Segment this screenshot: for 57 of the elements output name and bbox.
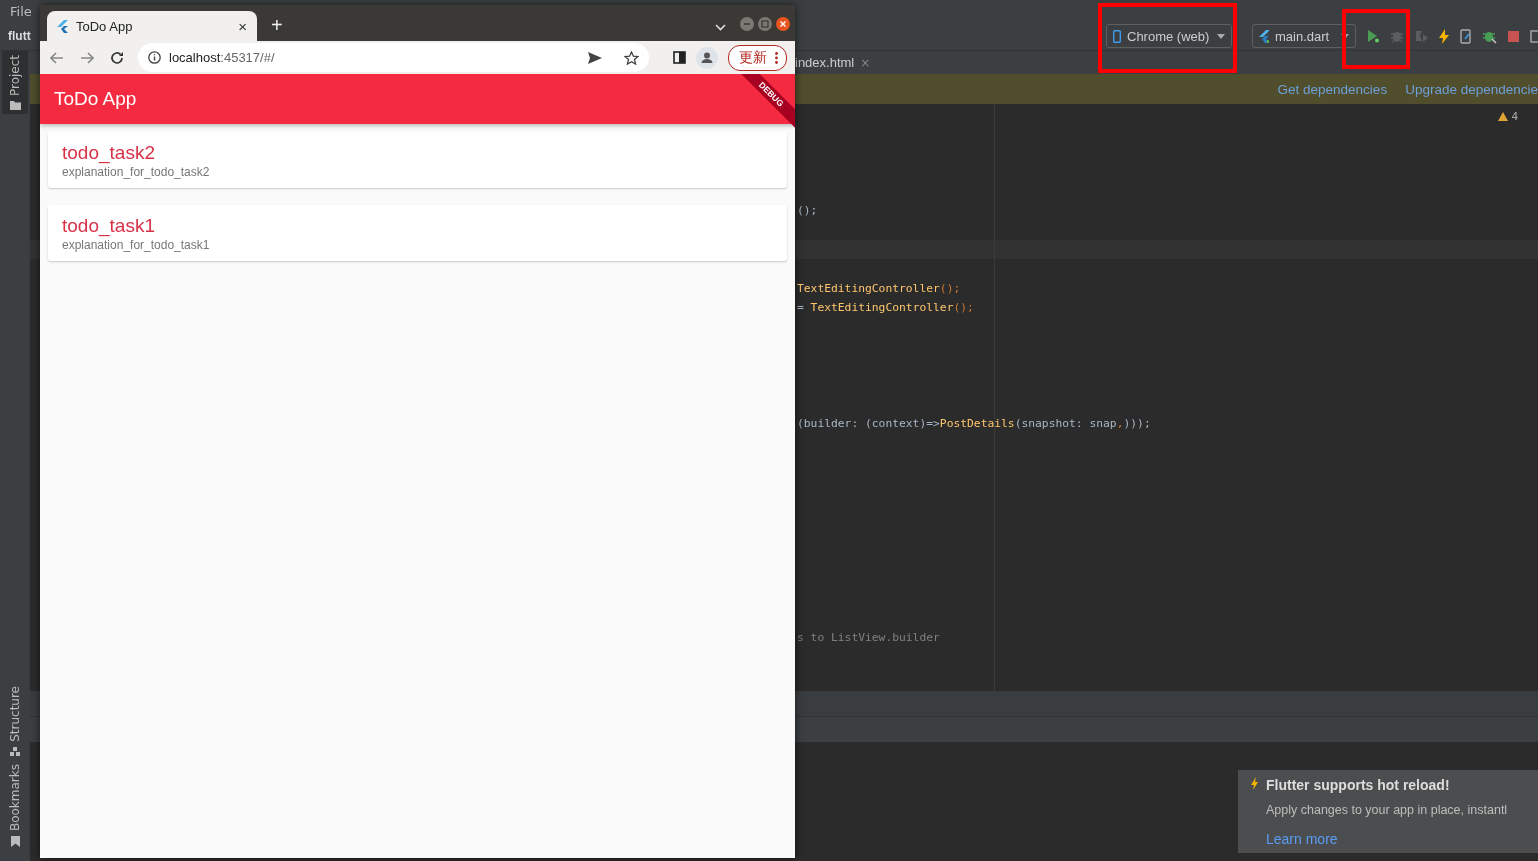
avatar-icon[interactable] xyxy=(696,46,718,69)
code-line: TextEditingController(); xyxy=(797,281,961,295)
minimize-button[interactable] xyxy=(740,17,754,31)
kebab-menu-icon xyxy=(775,51,778,64)
code-line: = TextEditingController(); xyxy=(797,301,974,315)
file-menu[interactable]: File xyxy=(10,3,32,19)
device-dropdown[interactable]: Chrome (web) xyxy=(1106,24,1232,48)
structure-icon xyxy=(10,746,20,756)
reload-icon[interactable] xyxy=(110,50,124,65)
bookmark-icon xyxy=(10,836,20,847)
warning-icon xyxy=(1498,112,1509,121)
code-line: (); xyxy=(797,204,818,218)
flutter-logo-icon xyxy=(1259,29,1269,43)
warning-count[interactable]: 4 xyxy=(1511,110,1518,123)
tab-close-button[interactable]: × xyxy=(238,17,247,35)
new-tab-button[interactable]: + xyxy=(271,14,283,37)
notification-title: Flutter supports hot reload! xyxy=(1266,777,1451,795)
app-title: ToDo App xyxy=(54,88,137,110)
device-icon[interactable] xyxy=(1460,28,1472,44)
back-icon[interactable] xyxy=(50,51,64,64)
project-name: flutt xyxy=(8,29,31,43)
address-bar[interactable]: localhost:45317/#/ xyxy=(138,43,649,72)
chevron-down-icon[interactable] xyxy=(715,24,726,31)
window-icon[interactable] xyxy=(1530,29,1538,43)
todo-card[interactable]: todo_task2 explanation_for_todo_task2 xyxy=(48,132,787,188)
code-line: s to ListView.builder xyxy=(797,630,940,644)
folder-icon xyxy=(9,101,21,111)
stop-icon[interactable] xyxy=(1507,29,1520,43)
tool-window-button[interactable]: Structure xyxy=(2,682,28,760)
tool-window-button[interactable]: Project xyxy=(2,51,28,115)
learn-more-link[interactable]: Learn more xyxy=(1266,831,1538,853)
editor-tab[interactable]: index.html xyxy=(795,55,855,70)
info-icon[interactable] xyxy=(148,51,161,64)
browser-tab[interactable]: ToDo App × xyxy=(47,11,257,41)
todo-title: todo_task1 xyxy=(62,215,156,237)
flutter-logo-icon xyxy=(57,19,68,33)
highlight-frame xyxy=(1342,9,1410,69)
todo-card[interactable]: todo_task1 explanation_for_todo_task1 xyxy=(48,205,787,261)
run-icon[interactable] xyxy=(1366,29,1380,43)
todo-description: explanation_for_todo_task1 xyxy=(62,238,211,252)
star-icon[interactable] xyxy=(624,50,639,65)
lightning-icon xyxy=(1251,777,1259,790)
todo-title: todo_task2 xyxy=(62,142,156,164)
close-button[interactable] xyxy=(776,17,790,31)
caret-icon xyxy=(1217,33,1225,39)
notification-text: Apply changes to your app in place, instantl xyxy=(1266,803,1509,819)
update-button[interactable]: 更新 xyxy=(728,44,787,71)
side-panel-icon[interactable] xyxy=(673,51,686,64)
todo-description: explanation_for_todo_task2 xyxy=(62,165,211,179)
tab-close-button[interactable]: × xyxy=(860,55,871,70)
code-line: (builder: (context)=>PostDetails(snapshot: snap,))); xyxy=(797,417,1151,431)
phone-icon xyxy=(1113,29,1121,43)
lightning-icon[interactable] xyxy=(1438,28,1450,44)
forward-icon[interactable] xyxy=(80,51,94,64)
tool-window-button[interactable]: Bookmarks xyxy=(2,759,28,851)
banner-link[interactable]: Get dependencies xyxy=(1277,81,1388,97)
banner-link[interactable]: Upgrade dependencie xyxy=(1405,81,1538,97)
